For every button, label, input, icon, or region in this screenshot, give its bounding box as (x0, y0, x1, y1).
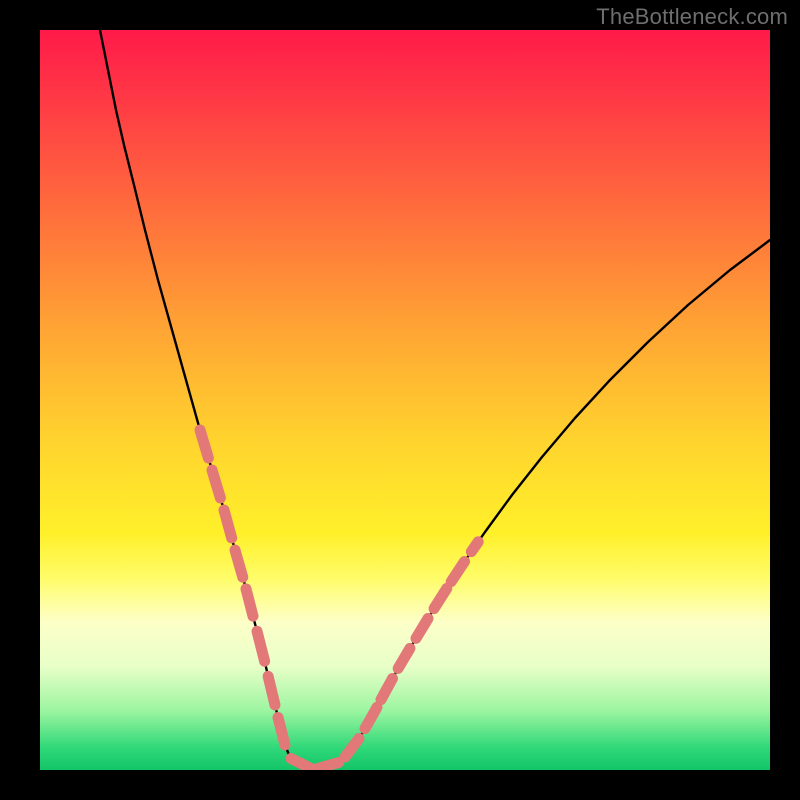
chart-frame: TheBottleneck.com (0, 0, 800, 800)
chart-svg (40, 30, 770, 770)
plot-area (40, 30, 770, 770)
watermark-text: TheBottleneck.com (596, 4, 788, 30)
